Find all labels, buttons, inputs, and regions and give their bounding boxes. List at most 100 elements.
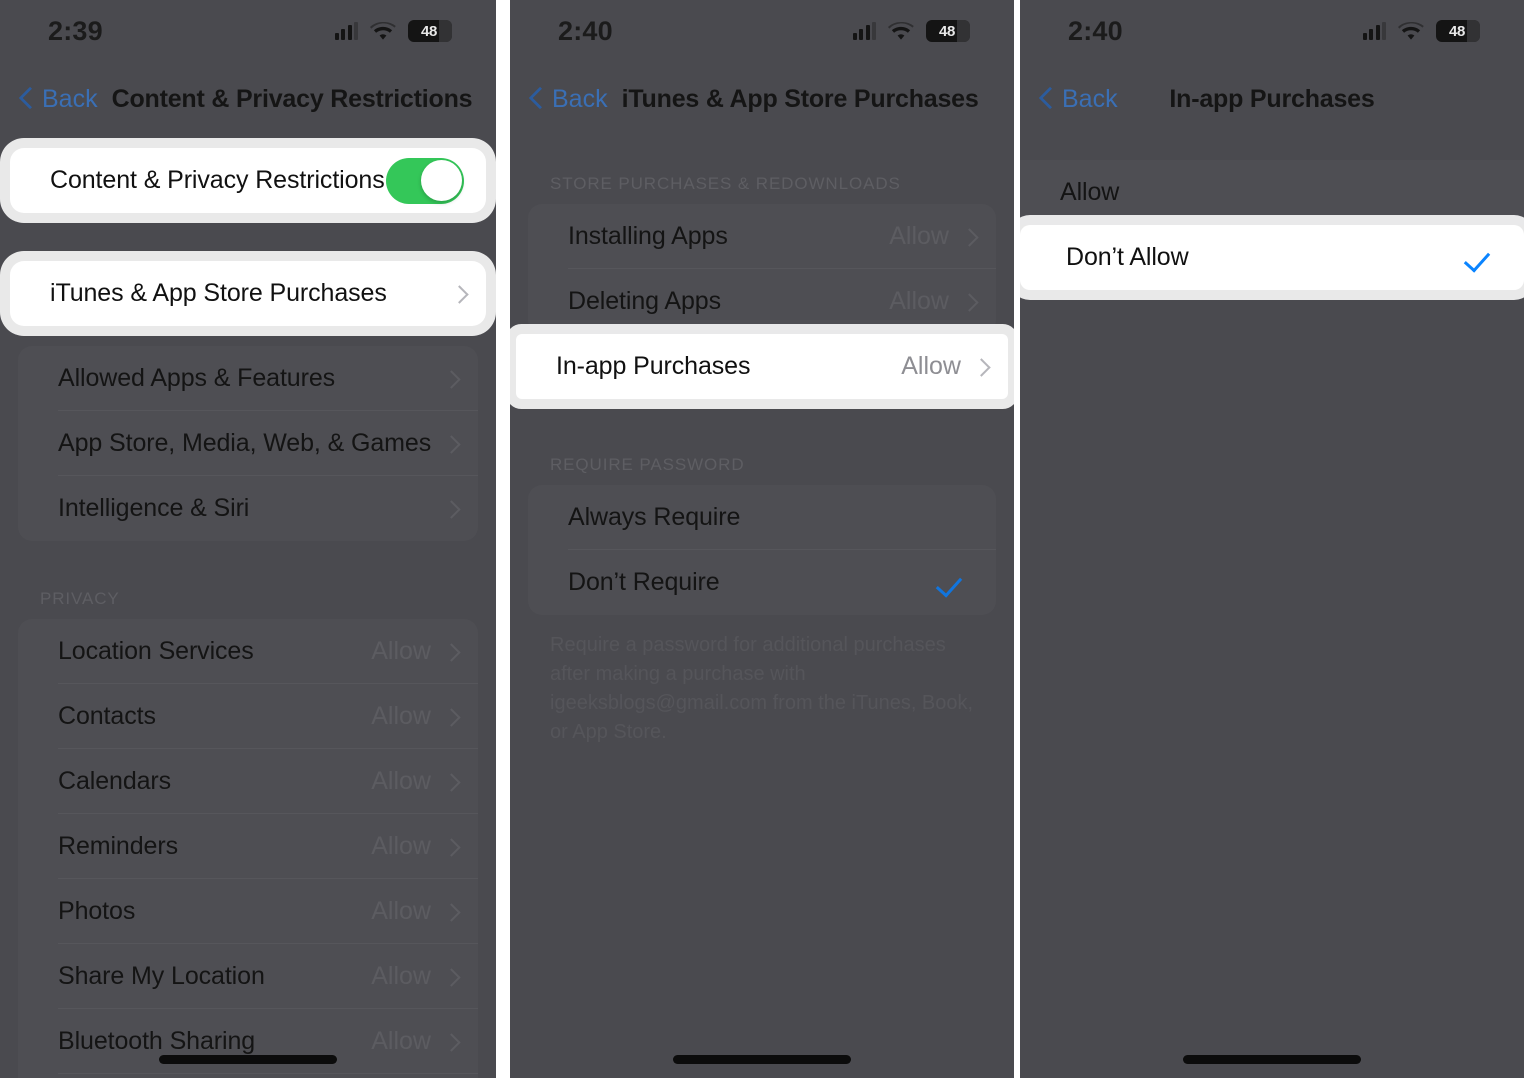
allow-option-card: Allow	[1020, 160, 1524, 225]
row-value: Allow	[371, 1027, 431, 1055]
row-microphone[interactable]: Microphone Allow	[18, 1074, 478, 1078]
wifi-icon	[370, 21, 396, 41]
checkmark-icon	[1466, 243, 1496, 273]
chevron-right-icon	[445, 369, 456, 389]
chevron-left-icon	[20, 87, 34, 111]
page-title: iTunes & App Store Purchases	[621, 84, 979, 113]
nav-bar: Back In-app Purchases	[1020, 62, 1524, 136]
row-label: Deleting Apps	[568, 287, 721, 315]
row-bluetooth-sharing[interactable]: Bluetooth Sharing Allow	[18, 1009, 478, 1074]
battery-icon: 48	[408, 20, 452, 42]
row-intelligence-siri[interactable]: Intelligence & Siri	[18, 476, 478, 541]
row-itunes-app-store-purchases[interactable]: iTunes & App Store Purchases	[10, 261, 486, 326]
row-always-require[interactable]: Always Require	[528, 485, 996, 550]
status-icons: 48	[852, 20, 970, 42]
row-dont-require[interactable]: Don’t Require	[528, 550, 996, 615]
back-button-label: Back	[552, 84, 608, 113]
row-value: Allow	[371, 832, 431, 860]
chevron-right-icon	[445, 967, 456, 987]
content-privacy-toggle[interactable]	[386, 157, 464, 204]
chevron-left-icon	[530, 87, 544, 111]
back-button[interactable]: Back	[1040, 85, 1118, 114]
back-button-label: Back	[42, 84, 98, 113]
row-label: Allowed Apps & Features	[58, 364, 336, 392]
row-location-services[interactable]: Location Services Allow	[18, 619, 478, 684]
row-label: In-app Purchases	[556, 352, 751, 380]
panel-divider-1	[496, 0, 510, 1078]
chevron-right-icon	[963, 227, 974, 247]
phone-panel-in-app-purchases: 2:40 48 Back In-app Purchases Allow Don’…	[1020, 0, 1524, 1078]
battery-icon: 48	[1436, 20, 1480, 42]
status-bar: 2:40 48	[1020, 0, 1524, 62]
chevron-right-icon	[445, 434, 456, 454]
row-label: Don’t Require	[568, 568, 720, 596]
row-label: Reminders	[58, 832, 178, 860]
row-label: Share My Location	[58, 962, 265, 990]
home-indicator	[159, 1055, 337, 1064]
row-value: Allow	[371, 897, 431, 925]
row-dont-allow[interactable]: Don’t Allow	[1020, 225, 1524, 290]
row-label: Allow	[1060, 178, 1120, 206]
battery-level: 48	[938, 22, 956, 40]
row-label: Content & Privacy Restrictions	[50, 166, 385, 194]
home-indicator	[1183, 1055, 1361, 1064]
row-reminders[interactable]: Reminders Allow	[18, 814, 478, 879]
row-in-app-purchases[interactable]: In-app Purchases Allow	[516, 334, 1008, 399]
row-label: Location Services	[58, 637, 254, 665]
chevron-right-icon	[445, 1032, 456, 1052]
row-installing-apps[interactable]: Installing Apps Allow	[528, 204, 996, 269]
row-photos[interactable]: Photos Allow	[18, 879, 478, 944]
chevron-right-icon	[445, 772, 456, 792]
row-label: Photos	[58, 897, 136, 925]
row-app-store-media-web-games[interactable]: App Store, Media, Web, & Games	[18, 411, 478, 476]
chevron-right-icon	[963, 292, 974, 312]
status-icons: 48	[334, 20, 452, 42]
privacy-group-card: Location Services Allow Contacts Allow C…	[18, 619, 478, 1078]
back-button[interactable]: Back	[20, 85, 98, 114]
chevron-right-icon	[445, 642, 456, 662]
back-button[interactable]: Back	[530, 85, 608, 114]
page-title: Content & Privacy Restrictions	[111, 84, 473, 113]
row-label: Intelligence & Siri	[58, 494, 250, 522]
chevron-right-icon	[445, 837, 456, 857]
status-time: 2:40	[1068, 15, 1123, 46]
row-contacts[interactable]: Contacts Allow	[18, 684, 478, 749]
status-time: 2:39	[48, 15, 103, 46]
in-app-purchases-card: In-app Purchases Allow	[516, 334, 1008, 399]
status-bar: 2:40 48	[510, 0, 1014, 62]
row-calendars[interactable]: Calendars Allow	[18, 749, 478, 814]
row-deleting-apps[interactable]: Deleting Apps Allow	[528, 269, 996, 334]
section-header-require-password: REQUIRE PASSWORD	[550, 455, 745, 474]
row-value: Allow	[371, 702, 431, 730]
require-password-card: Always Require Don’t Require	[528, 485, 996, 615]
row-allowed-apps-features[interactable]: Allowed Apps & Features	[18, 346, 478, 411]
back-button-label: Back	[1062, 84, 1118, 113]
row-value: Allow	[371, 962, 431, 990]
row-allow[interactable]: Allow	[1020, 160, 1524, 225]
status-icons: 48	[1362, 20, 1480, 42]
row-value: Allow	[889, 287, 949, 315]
row-label: Always Require	[568, 503, 741, 531]
status-bar: 2:39 48	[0, 0, 496, 62]
cellular-bars-icon	[1362, 22, 1386, 40]
cellular-bars-icon	[334, 22, 358, 40]
row-label: Don’t Allow	[1066, 243, 1189, 271]
row-value: Allow	[889, 222, 949, 250]
wifi-icon	[888, 21, 914, 41]
content-privacy-toggle-card: Content & Privacy Restrictions	[10, 148, 486, 213]
chevron-right-icon	[445, 499, 456, 519]
row-content-privacy-restrictions[interactable]: Content & Privacy Restrictions	[10, 148, 486, 213]
row-label: Bluetooth Sharing	[58, 1027, 256, 1055]
row-label: Contacts	[58, 702, 156, 730]
row-share-my-location[interactable]: Share My Location Allow	[18, 944, 478, 1009]
home-indicator	[673, 1055, 851, 1064]
chevron-right-icon	[975, 357, 986, 377]
chevron-right-icon	[445, 902, 456, 922]
require-password-footnote: Require a password for additional purcha…	[550, 634, 974, 743]
row-label: Installing Apps	[568, 222, 728, 250]
restrictions-group-card: Allowed Apps & Features App Store, Media…	[18, 346, 478, 541]
row-value: Allow	[371, 767, 431, 795]
three-panel-screenshot: 2:39 48 Back Content & Privacy Restricti…	[0, 0, 1524, 1078]
chevron-left-icon	[1040, 87, 1054, 111]
wifi-icon	[1398, 21, 1424, 41]
